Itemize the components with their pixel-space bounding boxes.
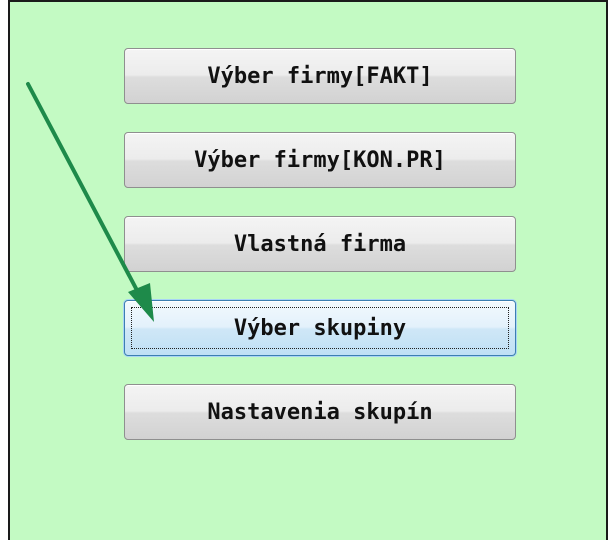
vyber-skupiny-button[interactable]: Výber skupiny	[124, 300, 516, 356]
vyber-firmy-konpr-label: Výber firmy[KON.PR]	[194, 147, 446, 173]
nastavenia-skupin-button[interactable]: Nastavenia skupín	[124, 384, 516, 440]
vlastna-firma-label: Vlastná firma	[233, 231, 407, 257]
vyber-skupiny-label: Výber skupiny	[233, 315, 407, 341]
vyber-firmy-fakt-button[interactable]: Výber firmy[FAKT]	[124, 48, 516, 104]
vyber-firmy-fakt-label: Výber firmy[FAKT]	[207, 63, 433, 89]
vyber-firmy-konpr-button[interactable]: Výber firmy[KON.PR]	[124, 132, 516, 188]
nastavenia-skupin-label: Nastavenia skupín	[207, 399, 433, 425]
vlastna-firma-button[interactable]: Vlastná firma	[124, 216, 516, 272]
